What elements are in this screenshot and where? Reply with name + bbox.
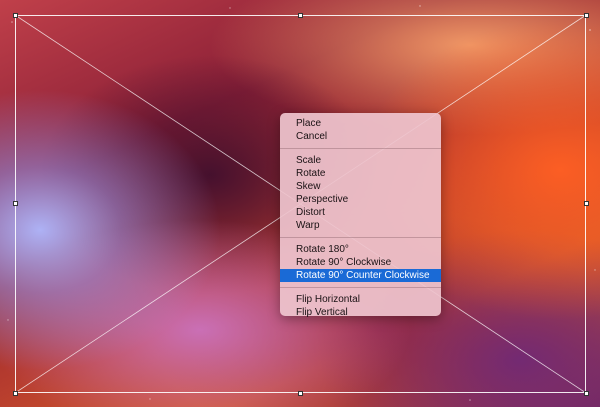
menu-item-rotate-90-cw[interactable]: Rotate 90° Clockwise bbox=[280, 256, 441, 269]
menu-item-distort[interactable]: Distort bbox=[280, 206, 441, 219]
menu-separator bbox=[280, 287, 441, 288]
handle-bottom-center[interactable] bbox=[298, 391, 303, 396]
handle-top-center[interactable] bbox=[298, 13, 303, 18]
image-canvas[interactable]: Place Cancel Scale Rotate Skew Perspecti… bbox=[0, 0, 600, 407]
menu-item-rotate[interactable]: Rotate bbox=[280, 167, 441, 180]
menu-item-warp[interactable]: Warp bbox=[280, 219, 441, 232]
menu-item-skew[interactable]: Skew bbox=[280, 180, 441, 193]
menu-item-rotate-90-ccw[interactable]: Rotate 90° Counter Clockwise bbox=[280, 269, 441, 282]
menu-item-cancel[interactable]: Cancel bbox=[280, 130, 441, 143]
menu-item-flip-horizontal[interactable]: Flip Horizontal bbox=[280, 293, 441, 306]
handle-bottom-left[interactable] bbox=[13, 391, 18, 396]
menu-separator bbox=[280, 237, 441, 238]
menu-separator bbox=[280, 148, 441, 149]
transform-context-menu: Place Cancel Scale Rotate Skew Perspecti… bbox=[280, 113, 441, 319]
menu-item-place[interactable]: Place bbox=[280, 117, 441, 130]
handle-bottom-right[interactable] bbox=[584, 391, 589, 396]
handle-middle-right[interactable] bbox=[584, 201, 589, 206]
handle-top-right[interactable] bbox=[584, 13, 589, 18]
menu-item-perspective[interactable]: Perspective bbox=[280, 193, 441, 206]
menu-item-flip-vertical[interactable]: Flip Vertical bbox=[280, 306, 441, 319]
menu-item-scale[interactable]: Scale bbox=[280, 154, 441, 167]
handle-middle-left[interactable] bbox=[13, 201, 18, 206]
menu-item-rotate-180[interactable]: Rotate 180° bbox=[280, 243, 441, 256]
handle-top-left[interactable] bbox=[13, 13, 18, 18]
